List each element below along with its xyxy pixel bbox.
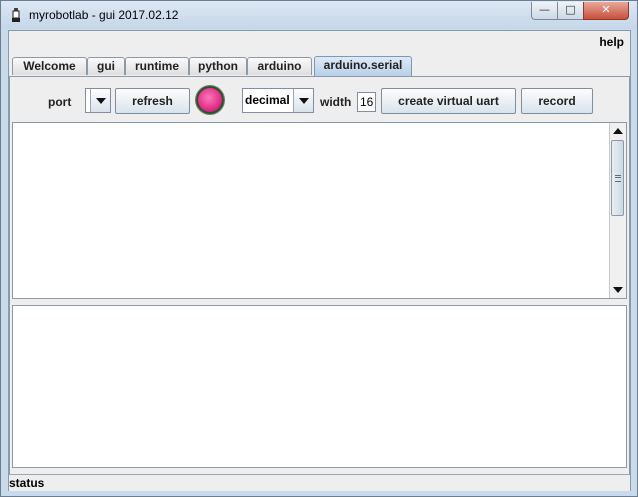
create-virtual-uart-button[interactable]: create virtual uart [381, 88, 516, 114]
serial-toolbar: port refresh decimal width 16 create vir… [10, 77, 629, 121]
width-label: width [320, 95, 352, 109]
tab-welcome[interactable]: Welcome [12, 57, 87, 75]
rx-scrollbar[interactable] [609, 123, 626, 298]
tx-text-area[interactable] [12, 305, 627, 468]
chevron-down-icon[interactable] [293, 89, 313, 112]
maximize-button[interactable]: □ [557, 2, 584, 20]
port-select[interactable] [85, 88, 111, 113]
scroll-up-icon[interactable] [613, 128, 623, 134]
minimize-button[interactable]: — [531, 2, 558, 20]
menu-bar: help [9, 31, 630, 53]
window-title: myrobotlab - gui 2017.02.12 [29, 8, 179, 22]
port-label: port [48, 95, 72, 109]
app-window: myrobotlab - gui 2017.02.12 — □ ✕ help W… [0, 0, 638, 497]
chevron-down-icon[interactable] [90, 89, 110, 112]
tab-arduino-serial[interactable]: arduino.serial [314, 56, 412, 76]
tab-gui[interactable]: gui [87, 57, 125, 75]
rx-text-area[interactable] [12, 122, 627, 299]
format-select[interactable]: decimal [242, 88, 314, 113]
main-content: help Welcome gui runtime python arduino … [8, 30, 631, 491]
record-button[interactable]: record [521, 88, 593, 114]
help-menu[interactable]: help [599, 35, 624, 49]
scroll-thumb[interactable] [611, 140, 624, 216]
close-button[interactable]: ✕ [583, 2, 629, 20]
tab-strip: Welcome gui runtime python arduino ardui… [9, 56, 630, 76]
format-select-value: decimal [245, 93, 290, 107]
app-icon [12, 8, 20, 22]
tab-runtime[interactable]: runtime [125, 57, 189, 75]
grip-icon [615, 175, 621, 182]
title-bar[interactable]: myrobotlab - gui 2017.02.12 — □ ✕ [1, 1, 637, 29]
connection-status-led [196, 86, 224, 114]
status-text: status [9, 476, 45, 490]
serial-panel: port refresh decimal width 16 create vir… [9, 76, 630, 482]
tab-python[interactable]: python [189, 57, 247, 75]
refresh-button[interactable]: refresh [115, 88, 190, 114]
tab-arduino[interactable]: arduino [247, 57, 312, 75]
width-input[interactable]: 16 [357, 92, 376, 112]
scroll-down-icon[interactable] [613, 287, 623, 293]
status-bar: status [9, 474, 630, 491]
